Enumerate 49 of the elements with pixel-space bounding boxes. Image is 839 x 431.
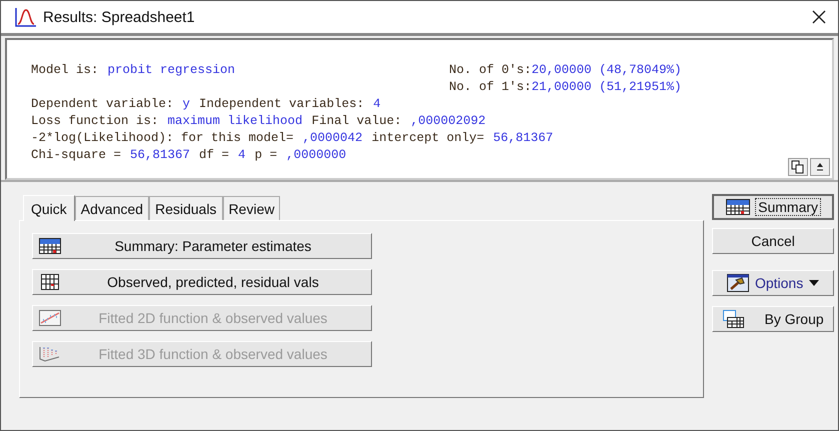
output-text: maximum likelihood bbox=[168, 114, 303, 128]
output-text: y bbox=[182, 97, 190, 111]
output-text: ,000002092 bbox=[410, 114, 486, 128]
action-button[interactable]: Observed, predicted, residual vals bbox=[32, 269, 372, 295]
output-text: ,0000000 bbox=[286, 148, 346, 162]
output-text: ,0000042 bbox=[302, 131, 363, 145]
output-text: Final value: bbox=[312, 114, 402, 128]
side-button[interactable]: Options bbox=[712, 270, 834, 296]
output-text: intercept only= bbox=[372, 131, 484, 145]
output-text: Independent variables: bbox=[199, 97, 364, 111]
side-button[interactable]: Summary bbox=[712, 194, 834, 220]
scatter-plot-icon bbox=[39, 310, 61, 326]
close-icon[interactable] bbox=[812, 10, 826, 24]
output-text: -2*log(Likelihood): for this model= bbox=[31, 131, 294, 145]
output-text: 56,81367 bbox=[130, 148, 190, 162]
output-text: 56,81367 bbox=[493, 131, 554, 145]
output-text: 4 bbox=[373, 97, 381, 111]
tab[interactable]: Residuals bbox=[149, 196, 223, 220]
tab[interactable]: Advanced bbox=[74, 196, 150, 220]
dropdown-arrow-icon bbox=[809, 280, 820, 286]
window-title: Results: Spreadsheet1 bbox=[43, 8, 196, 26]
side-button[interactable]: Cancel bbox=[712, 228, 834, 254]
tab[interactable]: Review bbox=[222, 196, 280, 220]
bell-curve-icon bbox=[15, 7, 37, 27]
table-icon bbox=[39, 238, 61, 254]
output-text: 4 bbox=[238, 148, 246, 162]
output-text: No. of 1's: bbox=[449, 80, 532, 94]
table-icon bbox=[726, 199, 750, 215]
output-text: No. of 0's: bbox=[449, 63, 532, 77]
output-text: p = bbox=[254, 148, 278, 162]
output-text: Dependent variable: bbox=[31, 97, 174, 111]
tab[interactable]: Quick bbox=[23, 195, 75, 221]
grid-icon bbox=[39, 274, 61, 290]
output-text: df = bbox=[199, 148, 230, 162]
output-text: Loss function is: bbox=[31, 114, 159, 128]
up-arrow-icon bbox=[815, 161, 825, 173]
output-text: 21,00000 (51,21951%) bbox=[532, 80, 682, 94]
output-text: 20,00000 (48,78049%) bbox=[532, 63, 682, 77]
output-text: probit regression bbox=[108, 63, 236, 77]
copy-icon bbox=[791, 160, 805, 174]
action-button[interactable]: Summary: Parameter estimates bbox=[32, 233, 372, 259]
output-text: Chi-square = bbox=[31, 148, 122, 162]
3d-plot-icon bbox=[39, 346, 61, 362]
output-text: Model is: bbox=[31, 63, 99, 77]
group-table-icon bbox=[722, 310, 744, 328]
copy-button[interactable] bbox=[788, 158, 808, 176]
side-button[interactable]: By Group bbox=[712, 306, 834, 332]
collapse-button[interactable] bbox=[810, 158, 830, 176]
hammer-icon bbox=[726, 274, 749, 292]
